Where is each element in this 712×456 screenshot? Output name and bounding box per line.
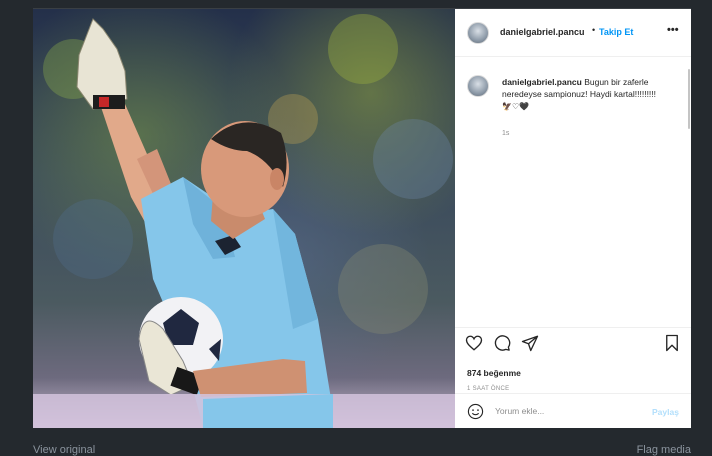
follow-button[interactable]: Takip Et xyxy=(599,27,633,37)
instagram-embed: danielgabriel.pancu • Takip Et ••• danie… xyxy=(33,9,691,428)
caption-avatar[interactable] xyxy=(467,75,489,97)
caption-comment: danielgabriel.pancu Bugun bir zaferle ne… xyxy=(455,56,691,326)
paper-plane-icon[interactable] xyxy=(521,334,539,352)
more-options-icon[interactable]: ••• xyxy=(667,24,679,36)
username-link[interactable]: danielgabriel.pancu xyxy=(500,27,585,37)
comments-scrollbar[interactable] xyxy=(688,69,690,129)
post-sidebar: danielgabriel.pancu • Takip Et ••• danie… xyxy=(455,9,691,428)
avatar[interactable] xyxy=(467,22,489,44)
goalkeeper-illustration xyxy=(33,14,455,428)
comment-icon[interactable] xyxy=(493,334,511,352)
caption-username[interactable]: danielgabriel.pancu xyxy=(502,77,582,87)
add-comment-bar: Paylaş xyxy=(455,393,691,428)
likes-count[interactable]: 874 beğenme xyxy=(467,368,521,378)
caption-emojis: 🦅♡🖤 xyxy=(502,102,530,111)
view-original-link[interactable]: View original xyxy=(33,444,95,456)
post-header: danielgabriel.pancu • Takip Et ••• xyxy=(455,9,691,57)
comment-input[interactable] xyxy=(495,406,635,416)
smiley-icon[interactable] xyxy=(467,403,484,420)
posted-time: 1 SAAT ÖNCE xyxy=(467,386,510,392)
flag-media-link[interactable]: Flag media xyxy=(637,444,691,456)
post-photo[interactable] xyxy=(33,9,455,428)
separator-dot: • xyxy=(592,25,596,35)
bookmark-icon[interactable] xyxy=(663,334,681,352)
caption: danielgabriel.pancu Bugun bir zaferle ne… xyxy=(502,76,674,113)
post-comment-button[interactable]: Paylaş xyxy=(652,407,679,417)
comment-age: 1s xyxy=(502,130,510,137)
heart-icon[interactable] xyxy=(465,334,483,352)
